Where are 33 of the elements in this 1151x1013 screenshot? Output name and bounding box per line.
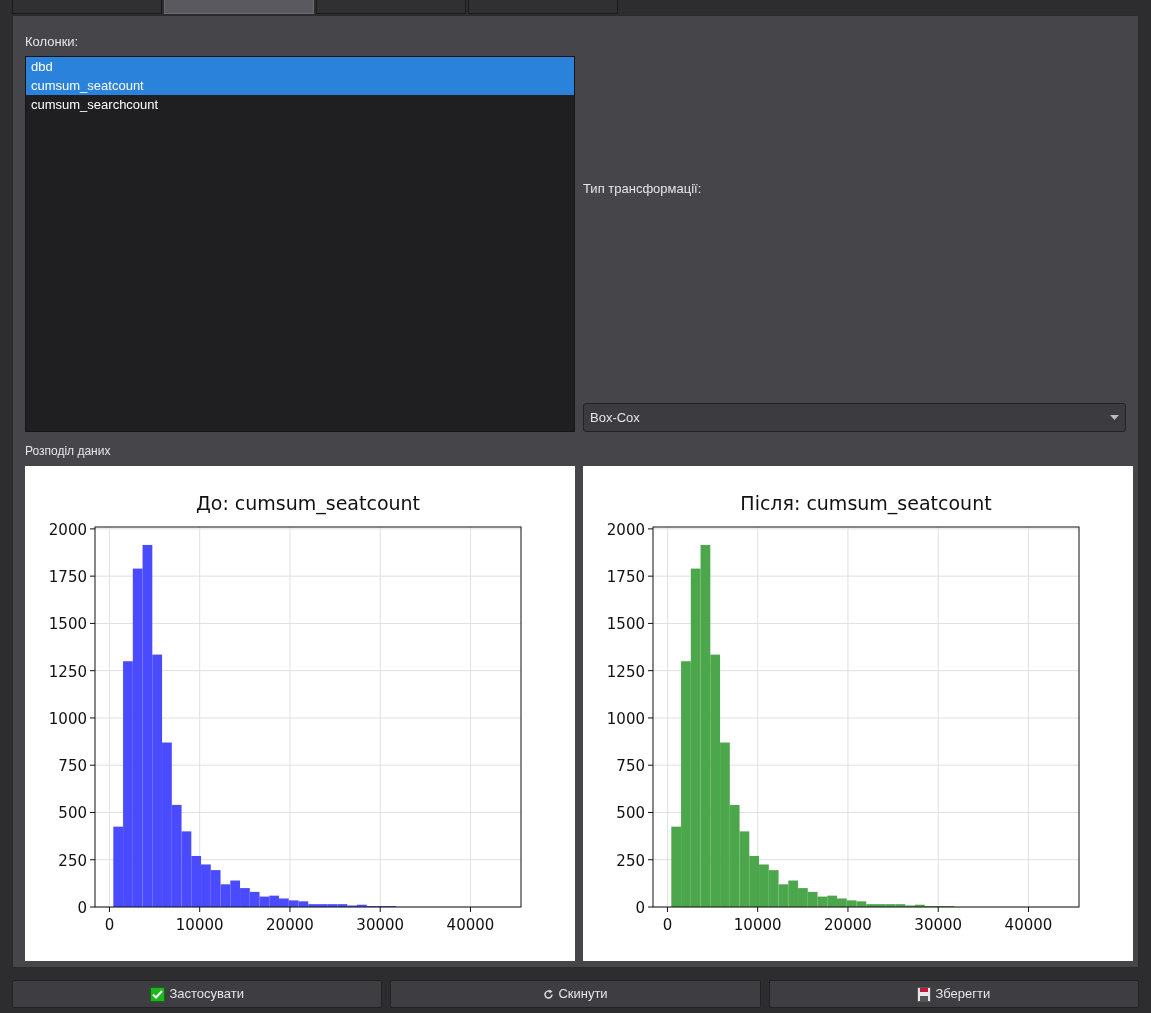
y-tick-label: 1750 [48,568,87,587]
x-tick-label: 30000 [356,916,405,934]
chart-title: До: cumsum_seatcount [195,492,421,514]
columns-label: Колонки: [25,33,80,51]
y-tick-label: 1500 [606,615,645,634]
y-tick-label: 1500 [48,615,87,634]
y-tick-label: 500 [616,804,645,823]
distribution-label: Розподіл даних [25,443,112,460]
y-tick-label: 500 [58,804,87,823]
y-tick-label: 2000 [48,520,87,539]
y-tick-label: 0 [635,899,645,917]
y-tick-label: 750 [616,757,645,776]
x-tick-label: 20000 [266,916,314,934]
x-tick-label: 0 [662,916,673,934]
y-tick-label: 2000 [606,520,645,539]
y-tick-label: 250 [616,851,645,870]
x-tick-label: 20000 [824,916,872,934]
y-tick-label: 0 [77,899,87,917]
y-tick-label: 750 [58,757,87,776]
x-tick-label: 40000 [1004,916,1053,934]
transform-label: Тип трансформації: [583,180,703,198]
y-tick-label: 1250 [606,662,645,681]
y-tick-label: 1750 [606,568,645,587]
y-tick-label: 1250 [48,662,87,681]
x-tick-label: 0 [104,916,115,934]
x-tick-label: 30000 [914,916,963,934]
x-tick-label: 10000 [733,916,782,934]
x-tick-label: 10000 [175,916,224,934]
x-tick-label: 40000 [446,916,495,934]
chart-title: Після: cumsum_seatcount [740,492,992,514]
y-tick-label: 250 [58,851,87,870]
y-tick-label: 1000 [606,709,645,728]
y-tick-label: 1000 [48,709,87,728]
